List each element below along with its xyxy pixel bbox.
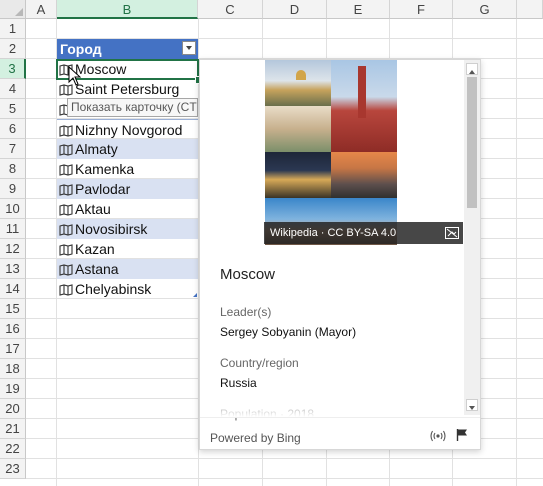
city-name: Aktau (75, 201, 111, 217)
map-data-type-icon[interactable] (59, 144, 73, 157)
row-header[interactable]: 3 (0, 59, 26, 79)
city-name: Novosibirsk (75, 221, 148, 237)
row-header[interactable]: 9 (0, 179, 26, 199)
flag-icon[interactable] (456, 428, 468, 442)
row-header[interactable]: 15 (0, 299, 26, 319)
row-header[interactable]: 23 (0, 459, 26, 479)
row-header[interactable]: 22 (0, 439, 26, 459)
column-header-d[interactable]: D (263, 0, 327, 19)
column-header-a[interactable]: A (26, 0, 57, 19)
row-header[interactable]: 12 (0, 239, 26, 259)
column-header-overflow (517, 0, 543, 19)
filter-dropdown-icon[interactable] (182, 41, 196, 55)
city-name: Astana (75, 261, 119, 277)
gridline (26, 458, 543, 459)
column-header-b[interactable]: B (57, 0, 198, 19)
map-data-type-icon[interactable] (59, 84, 73, 97)
city-name: Kazan (75, 241, 115, 257)
image-attribution[interactable]: Wikipedia · CC BY-SA 4.0 (264, 222, 463, 244)
field-label: Leader(s) (220, 305, 272, 319)
select-all-corner[interactable] (0, 0, 26, 19)
city-name: Chelyabinsk (75, 281, 152, 297)
table-row[interactable]: Nizhny Novgorod (57, 119, 198, 139)
scroll-down-button[interactable] (466, 399, 478, 411)
card-title: Moscow (220, 266, 276, 283)
city-name: Saint Petersburg (75, 81, 180, 97)
row-header[interactable]: 21 (0, 419, 26, 439)
row-header[interactable]: 8 (0, 159, 26, 179)
field-value: Sergey Sobyanin (Mayor) (220, 325, 357, 339)
table-header-label: Город (60, 41, 102, 57)
row-header[interactable]: 13 (0, 259, 26, 279)
row-header[interactable]: 11 (0, 219, 26, 239)
row-header[interactable]: 4 (0, 79, 26, 99)
image-expand-icon[interactable] (445, 227, 459, 239)
gridline (26, 478, 543, 479)
card-footer: Powered by Bing (200, 417, 480, 449)
show-card-tooltip: Показать карточку (CTRL+SHIFT+F5) (67, 98, 198, 117)
row-header[interactable]: 16 (0, 319, 26, 339)
content-fade (200, 395, 464, 417)
map-data-type-icon[interactable] (59, 184, 73, 197)
row-header[interactable]: 2 (0, 39, 26, 59)
broadcast-icon[interactable] (429, 430, 447, 442)
table-row[interactable]: Chelyabinsk (57, 279, 198, 299)
row-header[interactable]: 6 (0, 119, 26, 139)
scroll-up-button[interactable] (466, 63, 478, 75)
table-resize-handle[interactable] (193, 293, 197, 297)
table-row[interactable]: Pavlodar (57, 179, 198, 199)
city-photo-collage (265, 60, 397, 245)
column-header-f[interactable]: F (390, 0, 453, 19)
row-header[interactable]: 14 (0, 279, 26, 299)
row-header[interactable]: 7 (0, 139, 26, 159)
map-data-type-icon[interactable] (59, 204, 73, 217)
field-value: Russia (220, 376, 257, 390)
table-row[interactable]: Kazan (57, 239, 198, 259)
map-data-type-icon[interactable] (59, 164, 73, 177)
powered-by-text: Powered by Bing (210, 431, 301, 445)
map-data-type-icon[interactable] (59, 284, 73, 297)
map-data-type-icon[interactable] (59, 224, 73, 237)
map-data-type-icon[interactable] (59, 125, 73, 138)
table-row[interactable]: Aktau (57, 199, 198, 219)
city-name: Pavlodar (75, 181, 131, 197)
column-header-c[interactable]: C (198, 0, 263, 19)
table-row[interactable]: Almaty (57, 139, 198, 159)
row-header[interactable]: 5 (0, 99, 26, 119)
row-header[interactable]: 18 (0, 359, 26, 379)
field-label: Country/region (220, 356, 299, 370)
row-header[interactable]: 17 (0, 339, 26, 359)
row-header[interactable]: 10 (0, 199, 26, 219)
map-data-type-icon[interactable] (59, 264, 73, 277)
entity-data-card[interactable]: Wikipedia · CC BY-SA 4.0 Moscow Leader(s… (199, 59, 481, 450)
map-data-type-icon[interactable] (59, 244, 73, 257)
table-row[interactable]: Novosibirsk (57, 219, 198, 239)
row-header[interactable]: 19 (0, 379, 26, 399)
scroll-thumb[interactable] (467, 77, 477, 208)
table-row[interactable]: Astana (57, 259, 198, 279)
row-header[interactable]: 20 (0, 399, 26, 419)
gridline (516, 19, 517, 486)
city-name: Kamenka (75, 161, 135, 177)
table-header-city[interactable]: Город (57, 39, 198, 59)
table-row[interactable]: Kamenka (57, 159, 198, 179)
card-scrollbar[interactable] (464, 60, 480, 415)
row-header[interactable]: 1 (0, 19, 26, 39)
city-name: Almaty (75, 141, 118, 157)
attribution-text: Wikipedia · CC BY-SA 4.0 (270, 227, 397, 239)
column-header-g[interactable]: G (453, 0, 517, 19)
column-header-e[interactable]: E (327, 0, 390, 19)
city-name: Nizhny Novgorod (75, 122, 183, 138)
mouse-pointer-icon (68, 66, 81, 86)
